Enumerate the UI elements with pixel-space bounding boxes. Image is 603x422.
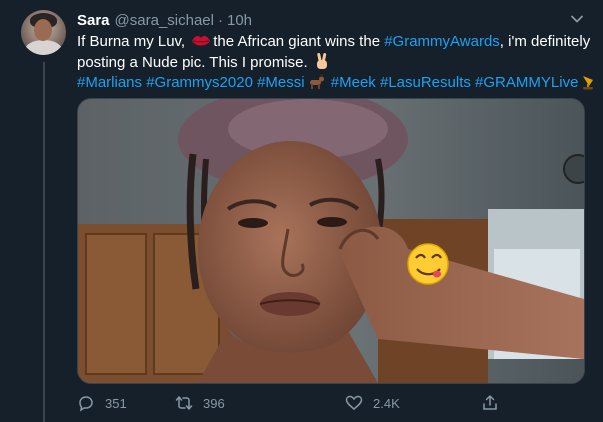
tweet-actions: 351 396 2.4K	[77, 392, 527, 416]
hashtag-link[interactable]: #Marlians	[77, 74, 142, 91]
gramophone-emoji	[583, 76, 594, 90]
kiss-mark-emoji	[192, 36, 211, 46]
text-fragment: , i'm definitely	[499, 33, 591, 50]
share-icon	[483, 395, 497, 410]
avatar[interactable]	[21, 10, 66, 55]
text-fragment: the African giant wins the	[213, 33, 385, 50]
reply-icon	[79, 396, 93, 412]
hashtag-link[interactable]: #Meek	[331, 74, 376, 91]
chevron-down-icon[interactable]	[569, 11, 585, 27]
reply-count: 351	[105, 395, 127, 411]
tweet-time[interactable]: 10h	[227, 12, 252, 29]
hashtag-link[interactable]: #GrammyAwards	[384, 33, 500, 50]
tweet-hashtags-line: #Marlians #Grammys2020 #Messi #Meek #Las…	[77, 73, 594, 93]
photo-illustration	[78, 99, 584, 383]
avatar-shoulders	[25, 40, 62, 55]
victory-hand-emoji	[316, 52, 327, 69]
avatar-face	[34, 19, 52, 41]
hashtag-link[interactable]: #Messi	[257, 74, 305, 91]
header-separator: ·	[217, 11, 223, 29]
tweet-photo[interactable]	[77, 98, 585, 384]
retweet-button[interactable]: 396	[175, 394, 225, 412]
hashtag-link[interactable]: #GRAMMYLive	[475, 74, 578, 91]
reply-button[interactable]: 351	[77, 394, 127, 412]
tweet-text-line-1: If Burna my Luv, the African giant wins …	[77, 32, 591, 52]
thread-line	[43, 62, 45, 422]
tweet-text: If Burna my Luv, the African giant wins …	[77, 32, 594, 93]
heart-icon	[345, 395, 363, 410]
retweet-count: 396	[203, 395, 225, 411]
face-savoring-food-emoji	[407, 243, 449, 285]
author-name[interactable]: Sara	[77, 12, 110, 29]
text-fragment: If Burna my Luv,	[77, 33, 190, 50]
retweet-icon	[175, 396, 193, 410]
goat-emoji	[309, 74, 324, 89]
like-button[interactable]: 2.4K	[345, 394, 400, 412]
hashtag-link[interactable]: #Grammys2020	[146, 74, 253, 91]
like-count: 2.4K	[373, 395, 400, 411]
author-handle[interactable]: @sara_sichael	[115, 12, 214, 29]
tweet-header: Sara @sara_sichael · 10h	[77, 10, 583, 30]
share-button[interactable]	[481, 394, 499, 412]
hashtag-link[interactable]: #LasuResults	[380, 74, 471, 91]
tweet-text-line-2: posting a Nude pic. This I promise.	[77, 52, 589, 73]
text-fragment: posting a Nude pic. This I promise.	[77, 54, 312, 71]
